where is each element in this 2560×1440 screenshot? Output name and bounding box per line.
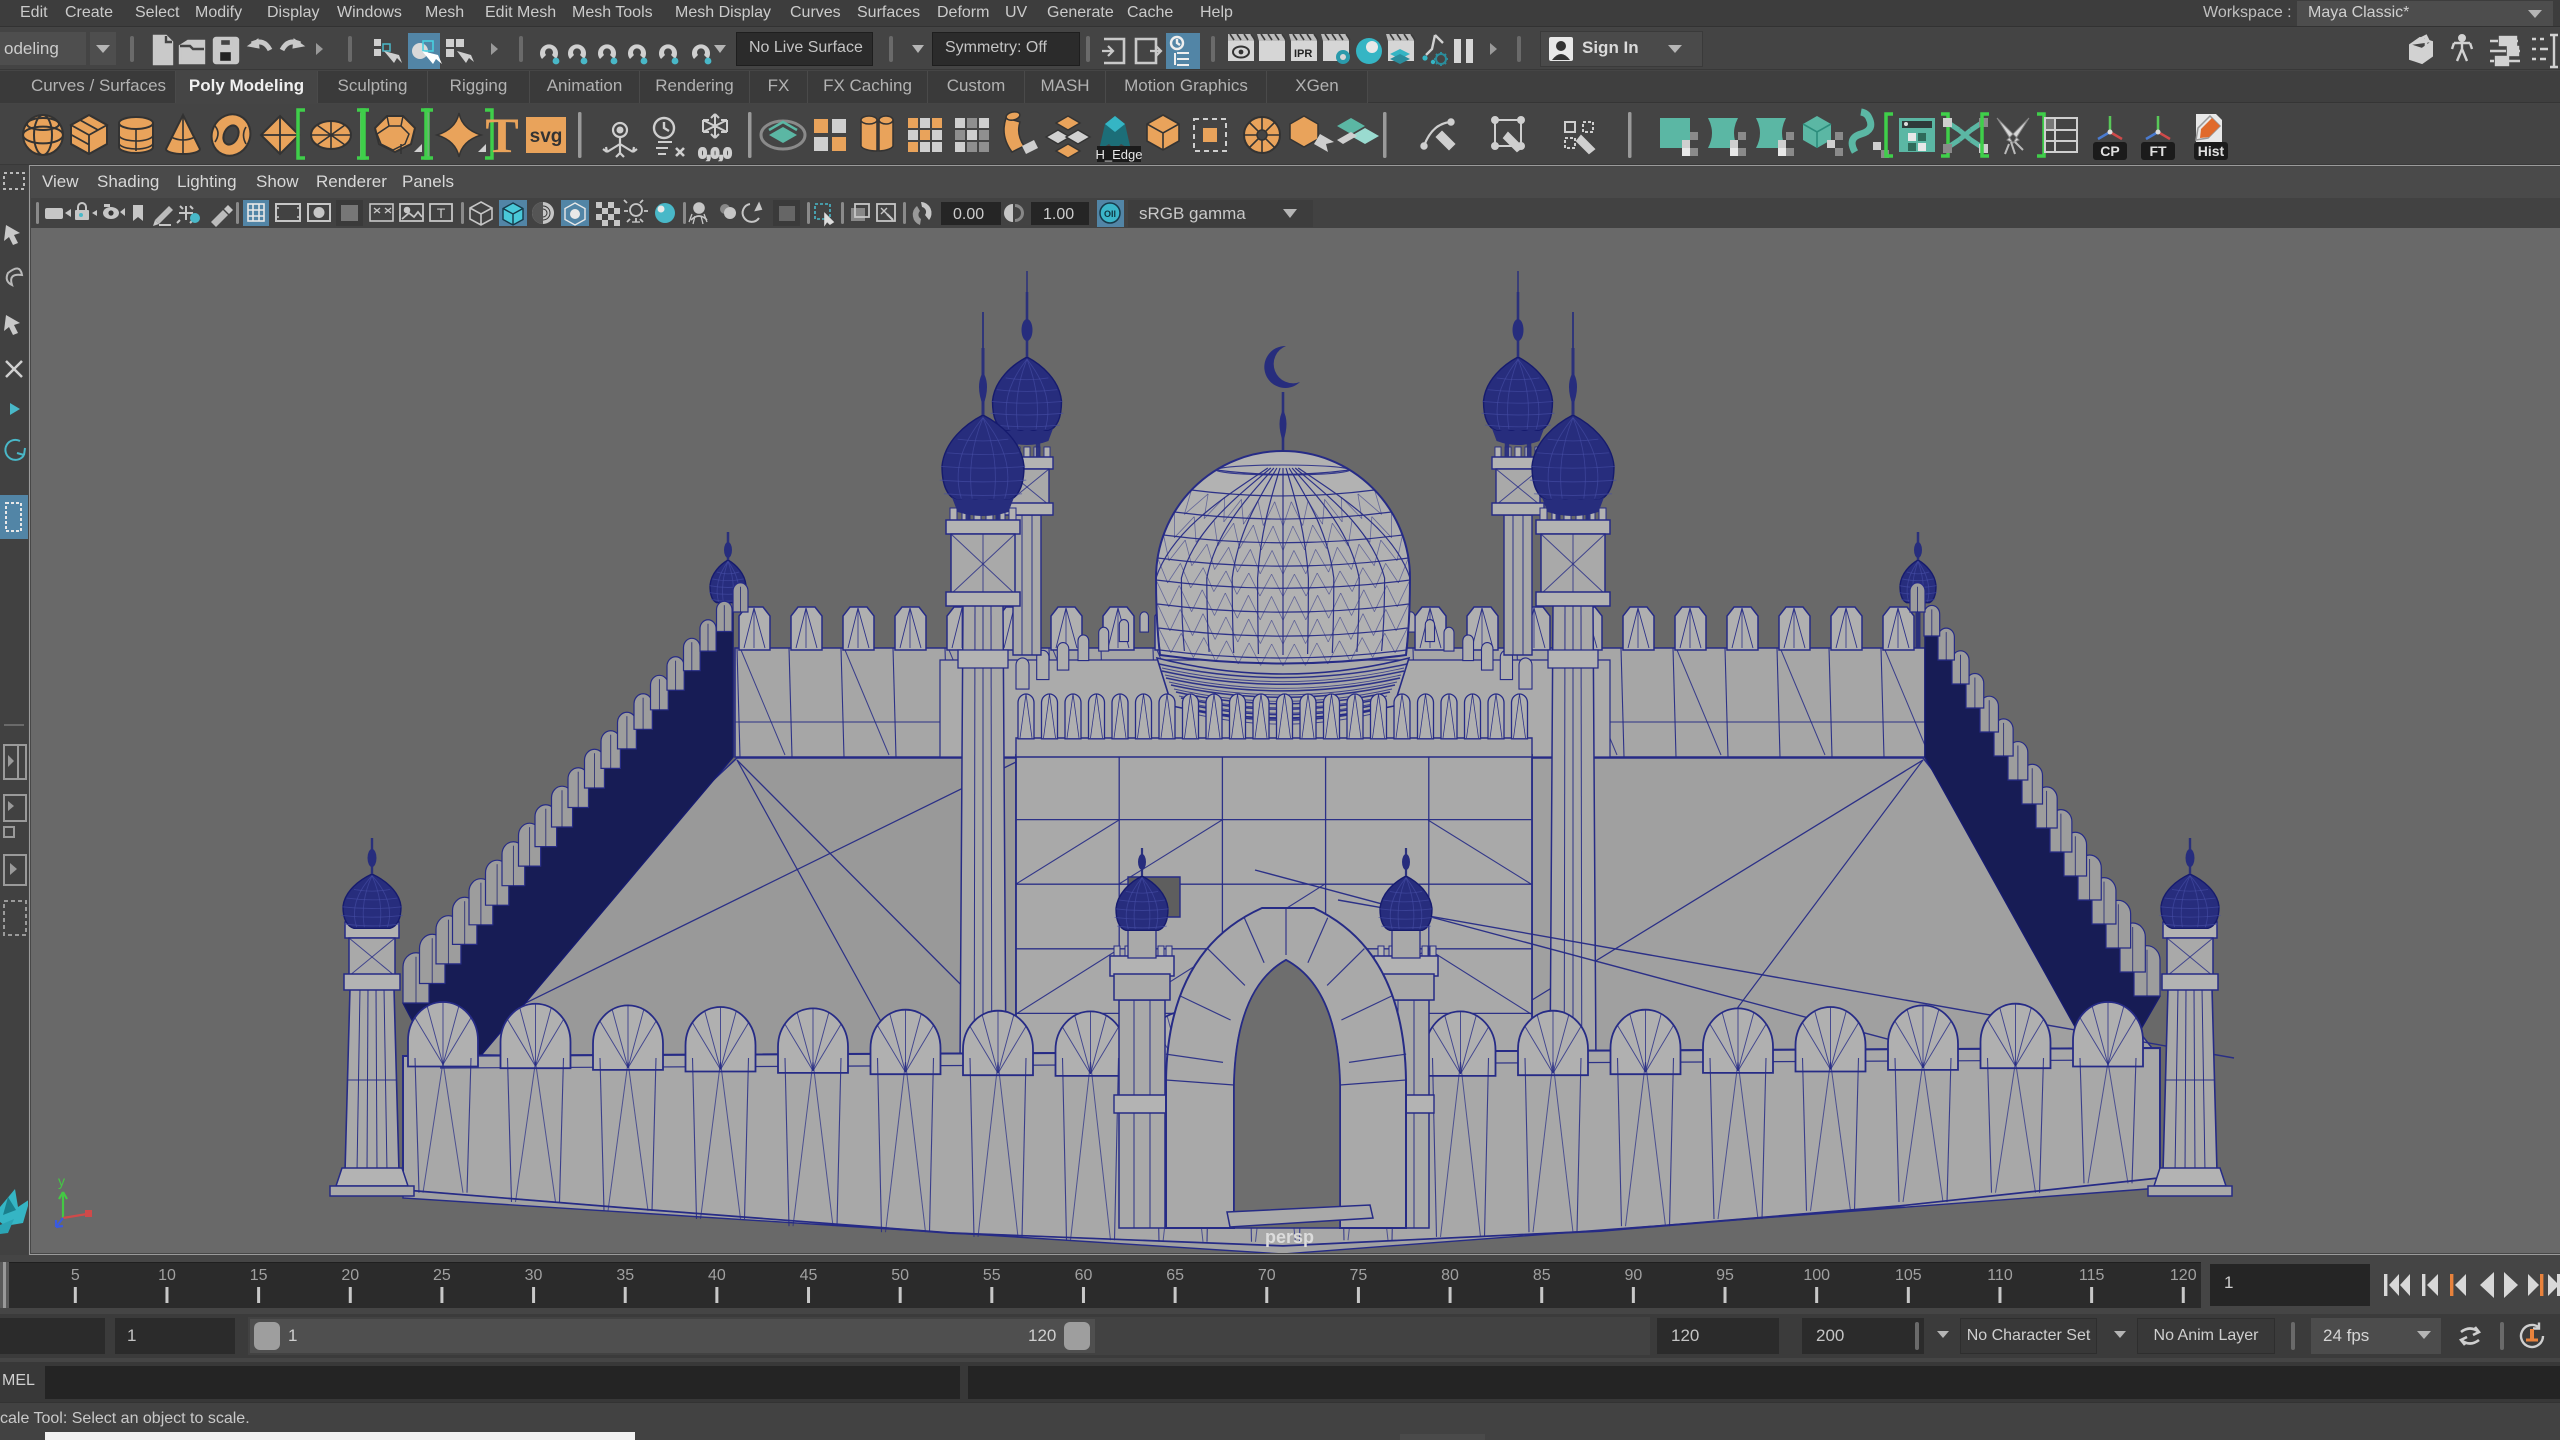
svg-text:105: 105 bbox=[1895, 1267, 1922, 1284]
svg-text:35: 35 bbox=[616, 1267, 634, 1284]
svg-text:110: 110 bbox=[1987, 1267, 2013, 1284]
svg-text:75: 75 bbox=[1350, 1267, 1368, 1284]
svg-text:25: 25 bbox=[433, 1267, 451, 1284]
svg-text:65: 65 bbox=[1166, 1267, 1184, 1284]
svg-text:90: 90 bbox=[1624, 1267, 1642, 1284]
svg-text:5: 5 bbox=[71, 1267, 80, 1284]
svg-text:svg: svg bbox=[530, 126, 563, 147]
svg-text:y: y bbox=[58, 1173, 65, 1189]
svg-text:IPR: IPR bbox=[1294, 48, 1312, 60]
svg-text:20: 20 bbox=[341, 1267, 359, 1284]
svg-text:0.00: 0.00 bbox=[953, 206, 984, 223]
svg-text:45: 45 bbox=[800, 1267, 818, 1284]
svg-text:T: T bbox=[437, 205, 446, 221]
svg-text:100: 100 bbox=[1803, 1267, 1830, 1284]
svg-text:85: 85 bbox=[1533, 1267, 1551, 1284]
svg-text:15: 15 bbox=[250, 1267, 268, 1284]
svg-text:30: 30 bbox=[525, 1267, 543, 1284]
svg-text:persp: persp bbox=[1265, 1227, 1314, 1247]
svg-text:40: 40 bbox=[708, 1267, 726, 1284]
svg-text:95: 95 bbox=[1716, 1267, 1734, 1284]
svg-text:55: 55 bbox=[983, 1267, 1001, 1284]
svg-text:CP: CP bbox=[2100, 143, 2119, 159]
svg-text:115: 115 bbox=[2079, 1267, 2105, 1284]
svg-text:OIl: OIl bbox=[1104, 209, 1116, 219]
svg-text:Hist: Hist bbox=[2198, 143, 2225, 159]
svg-text:sRGB gamma: sRGB gamma bbox=[1139, 204, 1246, 223]
svg-text:0,0,0: 0,0,0 bbox=[698, 145, 731, 162]
svg-text:H_Edge: H_Edge bbox=[1096, 147, 1143, 162]
svg-text:T: T bbox=[485, 107, 518, 163]
svg-text:FT: FT bbox=[2149, 143, 2167, 159]
svg-text:50: 50 bbox=[891, 1267, 909, 1284]
svg-text:70: 70 bbox=[1258, 1267, 1276, 1284]
svg-text:60: 60 bbox=[1075, 1267, 1093, 1284]
svg-text:10: 10 bbox=[158, 1267, 176, 1284]
svg-text:80: 80 bbox=[1441, 1267, 1459, 1284]
svg-text:120: 120 bbox=[2170, 1267, 2197, 1284]
svg-text:1.00: 1.00 bbox=[1043, 206, 1074, 223]
